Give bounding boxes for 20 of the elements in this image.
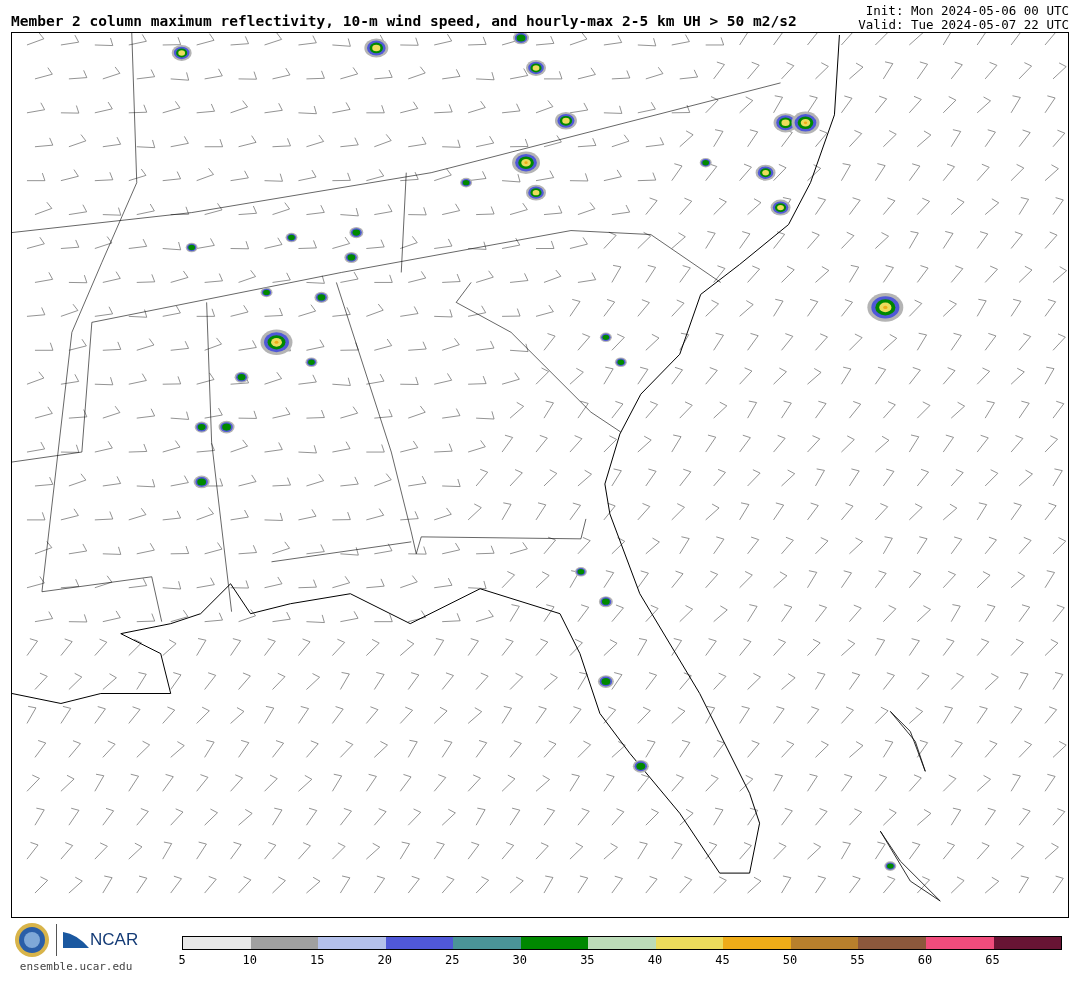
ncar-logo-icon bbox=[63, 930, 89, 950]
scale-label: 15 bbox=[310, 953, 325, 967]
scale-label: 60 bbox=[917, 953, 933, 967]
scale-label: 65 bbox=[985, 953, 1000, 967]
scale-label: 40 bbox=[647, 953, 663, 967]
scale-label: 30 bbox=[512, 953, 528, 967]
scale-label: 50 bbox=[782, 953, 798, 967]
scale-label: 55 bbox=[850, 953, 865, 967]
scale-label: 20 bbox=[377, 953, 392, 967]
scale-label: 35 bbox=[580, 953, 595, 967]
logo-text: NCAR bbox=[90, 930, 139, 950]
init-time: Init: Mon 2024-05-06 00 UTC bbox=[865, 4, 1069, 18]
scale-label: 45 bbox=[715, 953, 730, 967]
seal-icon bbox=[14, 922, 50, 958]
chart-title: Member 2 column maximum reflectivity, 10-m wind speed, and hourly-max 2-5 km UH > 50 m2/s2 bbox=[11, 13, 797, 31]
scale-label: 5 bbox=[178, 953, 186, 967]
valid-time: Valid: Tue 2024-05-07 22 UTC bbox=[858, 18, 1069, 32]
scale-label: 10 bbox=[242, 953, 257, 967]
website-url: ensemble.ucar.edu bbox=[19, 960, 133, 973]
scale-label: 25 bbox=[445, 953, 460, 967]
